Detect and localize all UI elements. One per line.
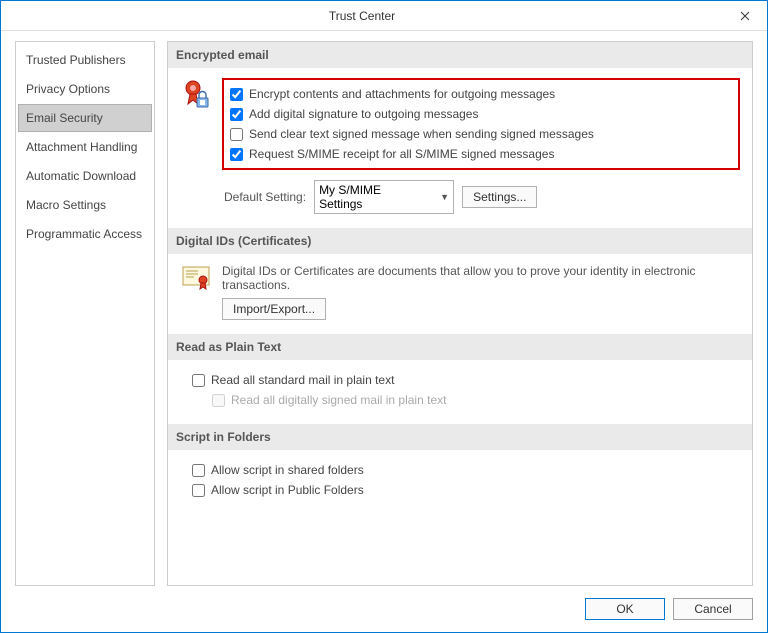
- dialog-footer: OK Cancel: [1, 586, 767, 632]
- section-script: Allow script in shared folders Allow scr…: [180, 460, 740, 500]
- default-setting-select[interactable]: My S/MIME Settings ▼: [314, 180, 454, 214]
- default-setting-row: Default Setting: My S/MIME Settings ▼ Se…: [224, 180, 740, 214]
- section-heading-digital-ids: Digital IDs (Certificates): [168, 228, 752, 254]
- script-public-checkbox-row[interactable]: Allow script in Public Folders: [192, 480, 740, 500]
- sidebar-item-macro-settings[interactable]: Macro Settings: [18, 191, 152, 219]
- titlebar: Trust Center: [1, 1, 767, 31]
- close-icon: [740, 11, 750, 21]
- script-shared-label: Allow script in shared folders: [211, 463, 364, 477]
- section-heading-encrypted: Encrypted email: [168, 42, 752, 68]
- default-setting-label: Default Setting:: [224, 190, 306, 204]
- certificate-icon: [182, 266, 210, 290]
- smime-receipt-checkbox-row[interactable]: Request S/MIME receipt for all S/MIME si…: [230, 144, 732, 164]
- settings-button[interactable]: Settings...: [462, 186, 537, 208]
- add-signature-checkbox[interactable]: [230, 108, 243, 121]
- encrypted-icon: [180, 78, 212, 110]
- script-public-checkbox[interactable]: [192, 484, 205, 497]
- content-pane: Encrypted email: [167, 41, 753, 586]
- sidebar-item-trusted-publishers[interactable]: Trusted Publishers: [18, 46, 152, 74]
- add-signature-checkbox-row[interactable]: Add digital signature to outgoing messag…: [230, 104, 732, 124]
- script-public-label: Allow script in Public Folders: [211, 483, 364, 497]
- digital-ids-icon: [180, 264, 212, 290]
- script-shared-checkbox[interactable]: [192, 464, 205, 477]
- section-digital-ids: Digital IDs or Certificates are document…: [180, 264, 740, 320]
- cancel-button[interactable]: Cancel: [673, 598, 753, 620]
- sidebar-item-privacy-options[interactable]: Privacy Options: [18, 75, 152, 103]
- read-standard-plain-checkbox-row[interactable]: Read all standard mail in plain text: [192, 370, 740, 390]
- dialog-body: Trusted Publishers Privacy Options Email…: [1, 31, 767, 586]
- clear-text-checkbox[interactable]: [230, 128, 243, 141]
- read-signed-plain-checkbox: [212, 394, 225, 407]
- ribbon-lock-icon: [183, 80, 209, 110]
- read-standard-plain-label: Read all standard mail in plain text: [211, 373, 394, 387]
- smime-receipt-checkbox[interactable]: [230, 148, 243, 161]
- digital-ids-description: Digital IDs or Certificates are document…: [222, 264, 740, 292]
- section-heading-plain-text: Read as Plain Text: [168, 334, 752, 360]
- encrypted-options-highlight: Encrypt contents and attachments for out…: [222, 78, 740, 170]
- encrypt-contents-label: Encrypt contents and attachments for out…: [249, 87, 555, 101]
- clear-text-label: Send clear text signed message when send…: [249, 127, 594, 141]
- window-title: Trust Center: [1, 9, 723, 23]
- sidebar-item-email-security[interactable]: Email Security: [18, 104, 152, 132]
- smime-receipt-label: Request S/MIME receipt for all S/MIME si…: [249, 147, 554, 161]
- import-export-button[interactable]: Import/Export...: [222, 298, 326, 320]
- section-encrypted: Encrypt contents and attachments for out…: [180, 78, 740, 214]
- encrypt-contents-checkbox[interactable]: [230, 88, 243, 101]
- script-shared-checkbox-row[interactable]: Allow script in shared folders: [192, 460, 740, 480]
- chevron-down-icon: ▼: [440, 192, 449, 202]
- add-signature-label: Add digital signature to outgoing messag…: [249, 107, 478, 121]
- sidebar-item-attachment-handling[interactable]: Attachment Handling: [18, 133, 152, 161]
- section-heading-script: Script in Folders: [168, 424, 752, 450]
- close-button[interactable]: [723, 1, 767, 31]
- encrypt-contents-checkbox-row[interactable]: Encrypt contents and attachments for out…: [230, 84, 732, 104]
- ok-button[interactable]: OK: [585, 598, 665, 620]
- sidebar-item-programmatic-access[interactable]: Programmatic Access: [18, 220, 152, 248]
- sidebar-item-automatic-download[interactable]: Automatic Download: [18, 162, 152, 190]
- section-plain-text: Read all standard mail in plain text Rea…: [180, 370, 740, 410]
- read-signed-plain-label: Read all digitally signed mail in plain …: [231, 393, 446, 407]
- default-setting-value: My S/MIME Settings: [319, 183, 410, 211]
- read-standard-plain-checkbox[interactable]: [192, 374, 205, 387]
- clear-text-checkbox-row[interactable]: Send clear text signed message when send…: [230, 124, 732, 144]
- read-signed-plain-checkbox-row: Read all digitally signed mail in plain …: [212, 390, 740, 410]
- sidebar: Trusted Publishers Privacy Options Email…: [15, 41, 155, 586]
